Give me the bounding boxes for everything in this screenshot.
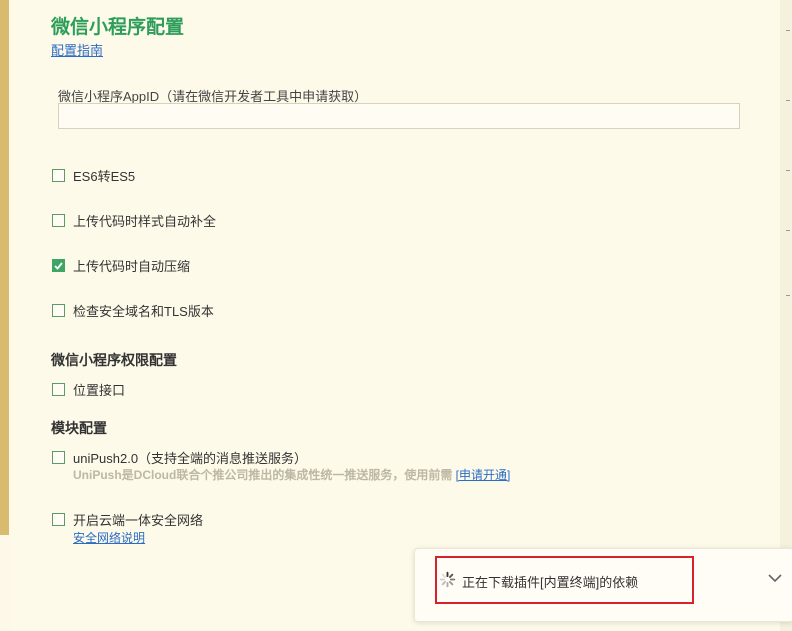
checkbox[interactable] xyxy=(52,169,65,182)
option-es6-to-es5[interactable]: ES6转ES5 xyxy=(52,166,135,185)
checkbox[interactable] xyxy=(52,383,65,396)
apply-link[interactable]: [申请开通] xyxy=(456,468,511,482)
checkbox[interactable] xyxy=(52,451,65,464)
checkbox[interactable] xyxy=(52,259,65,272)
module-security-network[interactable]: 开启云端一体安全网络 xyxy=(52,510,203,529)
option-label: 检查安全域名和TLS版本 xyxy=(73,304,214,319)
spinner-icon xyxy=(439,571,456,588)
permissions-title: 微信小程序权限配置 xyxy=(51,352,177,368)
config-guide-link[interactable]: 配置指南 xyxy=(51,40,103,59)
checkbox[interactable] xyxy=(52,214,65,227)
option-auto-compress[interactable]: 上传代码时自动压缩 xyxy=(52,256,190,275)
module-unipush[interactable]: uniPush2.0（支持全端的消息推送服务） xyxy=(52,448,307,467)
unipush-description: UniPush是DCloud联合个推公司推出的集成性统一推送服务，使用前需 [申… xyxy=(73,466,510,483)
option-label: 上传代码时自动压缩 xyxy=(73,259,191,274)
left-accent-bar xyxy=(0,0,9,535)
permission-location[interactable]: 位置接口 xyxy=(52,380,125,399)
option-style-autocomplete[interactable]: 上传代码时样式自动补全 xyxy=(52,211,216,230)
checkbox[interactable] xyxy=(52,513,65,526)
right-scroll-edge xyxy=(780,0,792,631)
option-label: 上传代码时样式自动补全 xyxy=(73,214,217,229)
chevron-down-icon[interactable] xyxy=(767,572,783,584)
modules-title: 模块配置 xyxy=(51,420,107,436)
appid-input[interactable] xyxy=(58,103,740,129)
option-label: 开启云端一体安全网络 xyxy=(73,513,204,528)
download-notification: 正在下载插件[内置终端]的依赖 xyxy=(414,548,792,622)
security-network-link[interactable]: 安全网络说明 xyxy=(73,529,145,546)
option-label: uniPush2.0（支持全端的消息推送服务） xyxy=(73,451,308,466)
page-title: 微信小程序配置 xyxy=(51,17,185,38)
unipush-desc-text: UniPush是DCloud联合个推公司推出的集成性统一推送服务，使用前需 xyxy=(73,468,453,482)
option-label: ES6转ES5 xyxy=(73,169,136,184)
notification-text: 正在下载插件[内置终端]的依赖 xyxy=(462,575,639,590)
option-label: 位置接口 xyxy=(73,383,126,398)
option-check-domain-tls[interactable]: 检查安全域名和TLS版本 xyxy=(52,301,214,320)
checkbox[interactable] xyxy=(52,304,65,317)
